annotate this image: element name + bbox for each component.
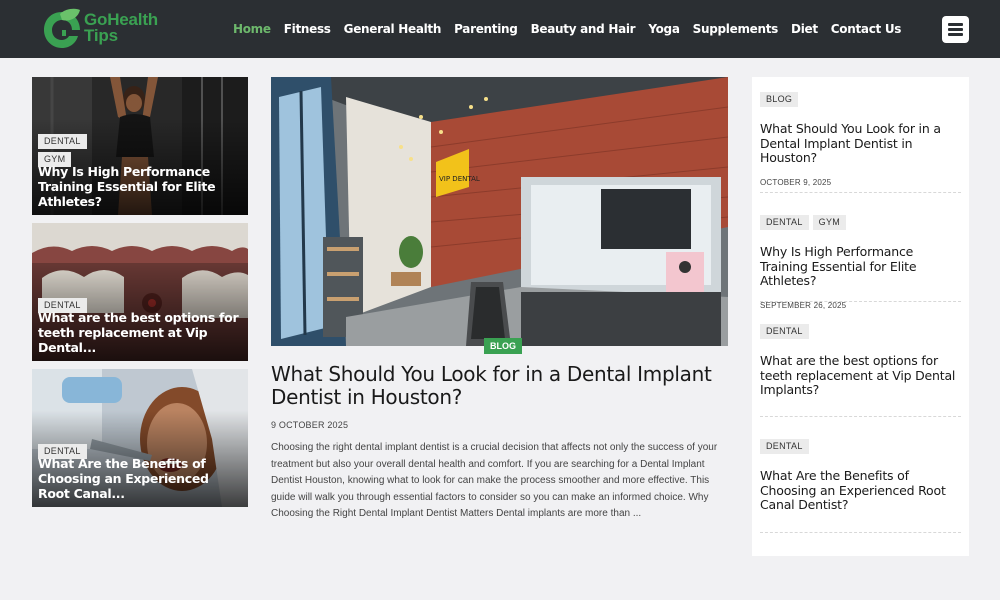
nav-diet[interactable]: Diet [791,22,818,36]
tag-gym[interactable]: GYM [812,215,847,230]
dental-office-photo: VIP DENTAL [271,77,728,346]
card-teeth-replacement[interactable]: DENTAL What are the best options for tee… [32,223,248,361]
sidebar-post[interactable]: DENTAL What are the best options for tee… [760,321,961,398]
sidebar-post-title[interactable]: What Should You Look for in a Dental Imp… [760,121,961,166]
nav-beauty-and-hair[interactable]: Beauty and Hair [531,22,636,36]
nav-parenting[interactable]: Parenting [454,22,518,36]
featured-date: 9 OCTOBER 2025 [271,420,349,430]
nav-yoga[interactable]: Yoga [648,22,680,36]
nav-home[interactable]: Home [233,22,271,36]
divider [760,301,961,302]
hamburger-icon[interactable] [942,16,969,43]
site-header: GoHealth Tips Home Fitness General Healt… [0,0,1000,58]
card-root-canal[interactable]: DENTAL What Are the Benefits of Choosing… [32,369,248,507]
sidebar-post[interactable]: BLOG What Should You Look for in a Denta… [760,89,961,187]
sidebar-post-title[interactable]: Why Is High Performance Training Essenti… [760,244,961,289]
featured-category-badge[interactable]: BLOG [484,338,522,354]
divider [760,192,961,193]
sidebar-post[interactable]: DENTAL GYM Why Is High Performance Traini… [760,212,961,310]
logo-wordmark: GoHealth Tips [84,11,158,45]
nav-contact-us[interactable]: Contact Us [831,22,902,36]
recent-posts-sidebar: BLOG What Should You Look for in a Denta… [752,77,969,556]
site-logo[interactable]: GoHealth Tips [42,8,172,50]
card-athletes[interactable]: DENTAL GYM Why Is High Performance Train… [32,77,248,215]
main-nav: Home Fitness General Health Parenting Be… [233,22,914,36]
card-title[interactable]: Why Is High Performance Training Essenti… [38,164,244,209]
nav-supplements[interactable]: Supplements [693,22,779,36]
featured-excerpt: Choosing the right dental implant dentis… [271,442,718,519]
clinic-sign-text: VIP DENTAL [439,175,480,183]
card-title[interactable]: What are the best options for teeth repl… [38,310,244,355]
featured-title[interactable]: What Should You Look for in a Dental Imp… [271,363,731,409]
sidebar-post-title[interactable]: What are the best options for teeth repl… [760,353,961,398]
sidebar-post-date: OCTOBER 9, 2025 [760,177,832,187]
nav-fitness[interactable]: Fitness [284,22,331,36]
leaf-logo-icon [44,8,80,48]
tag-dental[interactable]: DENTAL [38,134,87,149]
tag-dental[interactable]: DENTAL [760,324,809,339]
sidebar-post-title[interactable]: What Are the Benefits of Choosing an Exp… [760,468,961,513]
divider [760,532,961,533]
divider [760,416,961,417]
card-title[interactable]: What Are the Benefits of Choosing an Exp… [38,456,244,501]
featured-image[interactable]: VIP DENTAL [271,77,728,346]
tag-dental[interactable]: DENTAL [760,439,809,454]
tag-dental[interactable]: DENTAL [760,215,809,230]
logo-line-2: Tips [84,26,118,45]
tag-blog[interactable]: BLOG [760,92,799,107]
sidebar-post[interactable]: DENTAL What Are the Benefits of Choosing… [760,436,961,513]
nav-general-health[interactable]: General Health [344,22,442,36]
